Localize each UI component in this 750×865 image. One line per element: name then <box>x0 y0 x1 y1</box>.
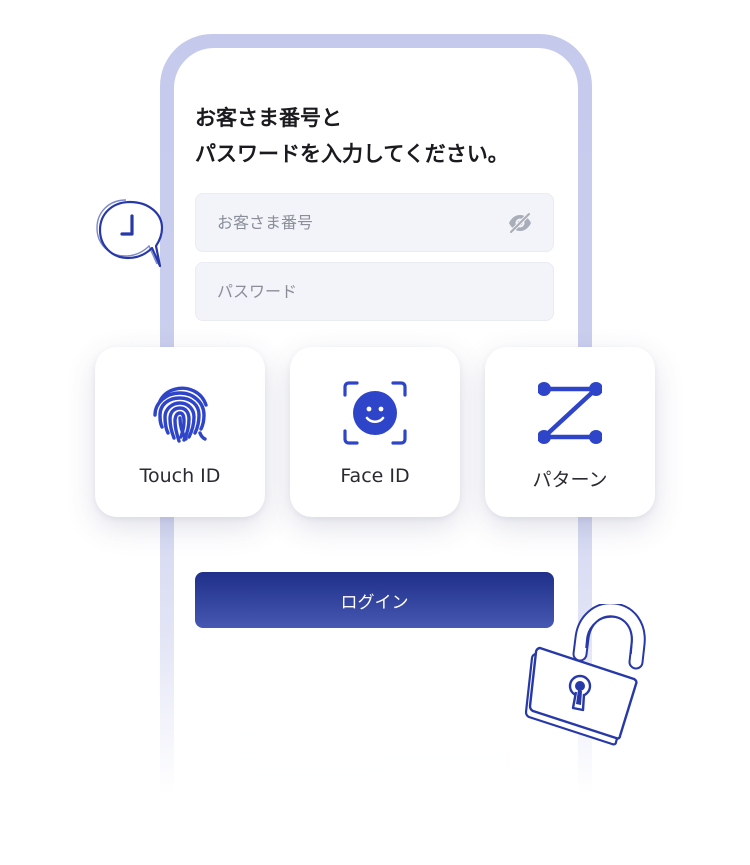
unlocked-padlock-icon <box>524 604 646 746</box>
eye-off-icon[interactable] <box>507 212 533 234</box>
title-line-1: お客さま番号と <box>195 106 342 130</box>
login-button[interactable]: ログイン <box>195 572 554 628</box>
page-title: お客さま番号と パスワードを入力してください。 <box>195 100 575 172</box>
face-id-icon <box>343 381 407 445</box>
pattern-icon <box>538 382 602 444</box>
pattern-label: パターン <box>532 469 608 491</box>
touch-id-label: Touch ID <box>139 465 221 487</box>
fingerprint-icon <box>153 386 208 443</box>
touch-id-option[interactable]: Touch ID <box>95 347 265 517</box>
pattern-option[interactable]: パターン <box>485 347 655 517</box>
title-line-2: パスワードを入力してください。 <box>195 142 509 166</box>
face-id-label: Face ID <box>340 465 410 487</box>
customer-number-input[interactable] <box>196 194 553 251</box>
password-field[interactable] <box>195 262 554 321</box>
face-id-option[interactable]: Face ID <box>290 347 460 517</box>
clock-bubble-icon <box>96 199 164 268</box>
password-input[interactable] <box>196 263 553 320</box>
customer-number-field[interactable] <box>195 193 554 252</box>
